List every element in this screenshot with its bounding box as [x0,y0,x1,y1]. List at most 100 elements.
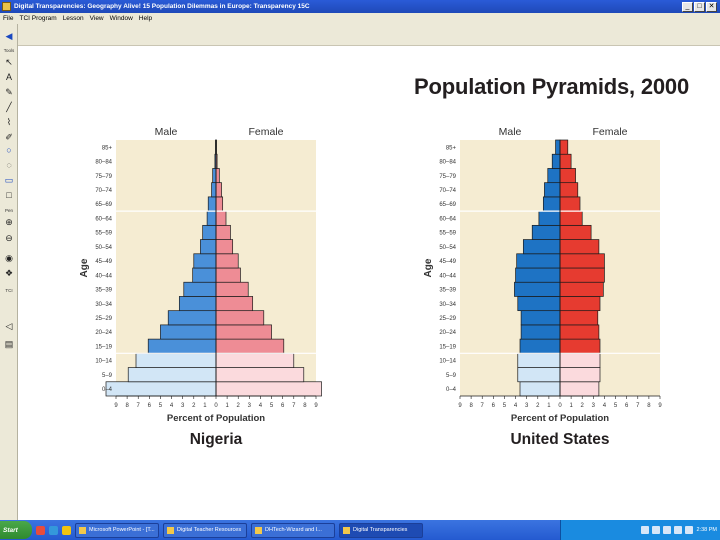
task-digital-transparencies[interactable]: Digital Transparencies [339,522,423,538]
window-title-bar: Digital Transparencies: Geography Alive!… [0,0,720,13]
line-tool-icon[interactable]: ╱ [2,101,16,114]
lasso-tool-icon[interactable]: ◌ [2,159,16,172]
age-tick-label: 10–14 [95,359,112,365]
female-bar [559,253,605,269]
male-bar [517,367,561,383]
highlighter-tool-icon[interactable]: ⌇ [2,116,16,129]
male-bar [178,296,217,312]
quicklaunch-ie-icon[interactable] [36,525,45,535]
x-tick-label: 9 [114,403,118,409]
female-bar [215,381,322,397]
tray-network-icon[interactable] [640,526,649,534]
female-bar [559,381,600,397]
task-app-icon [343,526,350,534]
notes-icon[interactable]: ▤ [2,338,16,351]
start-button[interactable]: Start [0,521,32,539]
toolbar-strip [18,24,720,46]
x-tick-label: 6 [281,403,285,409]
minimize-button[interactable]: _ [682,1,693,12]
pointer-tool-icon[interactable]: ↖ [2,56,16,69]
task-app-icon [79,526,86,534]
male-bar [211,182,217,198]
female-bar [215,352,295,368]
task-label: Digital Teacher Resources [177,527,242,533]
age-tick-label: 65–69 [439,202,456,208]
x-tick-label: 8 [647,403,651,409]
male-bar [522,239,561,255]
menu-window[interactable]: Window [110,15,133,22]
age-tick-label: 5–9 [446,373,457,379]
maximize-button[interactable]: □ [694,1,705,12]
female-bar [215,338,285,354]
female-bar [559,153,572,169]
circle-tool-icon[interactable]: ○ [2,144,16,157]
rectangle-tool-icon[interactable]: ▭ [2,174,16,187]
age-tick-label: 75–79 [95,174,112,180]
tray-update-icon[interactable] [673,526,682,534]
age-tick-label: 60–64 [95,216,112,222]
task-digital-teacher[interactable]: Digital Teacher Resources [163,522,247,538]
age-tick-label: 55–59 [95,231,112,237]
x-tick-label: 0 [558,403,562,409]
female-bar [559,196,581,212]
taskbar: Start Microsoft PowerPoint - [T... Digit… [0,520,720,540]
age-tick-label: 25–29 [439,316,456,322]
eraser-tool-icon[interactable]: ✐ [2,131,16,144]
zoom-out-icon[interactable]: ⊖ [2,232,16,245]
x-tick-label: 9 [458,403,462,409]
x-axis-label: Percent of Population [511,413,609,424]
text-tool-icon[interactable]: A [2,71,16,84]
quicklaunch-desktop-icon[interactable] [49,525,58,535]
female-bar [215,182,222,198]
male-bar [127,367,217,383]
system-tray: 2:38 PM [560,520,720,540]
menu-tci-program[interactable]: TCI Program [19,15,56,22]
tray-security-icon[interactable] [662,526,671,534]
age-tick-label: 10–14 [439,359,456,365]
layers-icon[interactable]: ❖ [2,267,16,280]
age-tick-label: 75–79 [439,174,456,180]
square-tool-icon[interactable]: □ [2,189,16,202]
x-tick-label: 4 [514,403,518,409]
age-tick-label: 60–64 [439,216,456,222]
task-dhtech[interactable]: DHTech-Wizard and I... [251,522,335,538]
menu-lesson[interactable]: Lesson [63,15,84,22]
menu-view[interactable]: View [90,15,104,22]
age-tick-label: 85+ [102,145,113,151]
x-tick-label: 6 [625,403,629,409]
age-tick-label: 85+ [446,145,457,151]
male-bar [547,168,561,184]
x-tick-label: 3 [248,403,252,409]
window-title: Digital Transparencies: Geography Alive!… [14,3,310,10]
task-label: Microsoft PowerPoint - [T... [89,527,155,533]
age-tick-label: 5–9 [102,373,113,379]
female-bar [215,296,254,312]
x-tick-label: 1 [225,403,229,409]
female-bar [559,224,592,240]
female-bar [215,196,224,212]
collapse-palette-icon[interactable]: ◀ [2,30,16,43]
female-bar [215,310,265,326]
female-bar [215,324,272,340]
country-title: Nigeria [190,431,243,448]
pen-tool-icon[interactable]: ✎ [2,86,16,99]
y-axis-label: Age [79,258,90,277]
close-button[interactable]: ✕ [706,1,717,12]
tray-app-icon[interactable] [684,526,693,534]
zoom-in-icon[interactable]: ⊕ [2,216,16,229]
age-tick-label: 50–54 [439,245,456,251]
menu-bar: File TCI Program Lesson View Window Help [0,13,720,24]
age-tick-label: 55–59 [439,231,456,237]
palette-label-pen: Pen [4,208,13,213]
menu-help[interactable]: Help [139,15,152,22]
quicklaunch-media-icon[interactable] [62,525,71,535]
tray-volume-icon[interactable] [651,526,660,534]
female-bar [559,139,569,155]
task-powerpoint[interactable]: Microsoft PowerPoint - [T... [75,522,159,538]
age-tick-label: 25–29 [95,316,112,322]
menu-file[interactable]: File [3,15,13,22]
speaker-icon[interactable]: ◁ [2,320,16,333]
female-bar [559,338,601,354]
eye-icon[interactable]: ◉ [2,252,16,265]
female-header: Female [592,126,627,138]
